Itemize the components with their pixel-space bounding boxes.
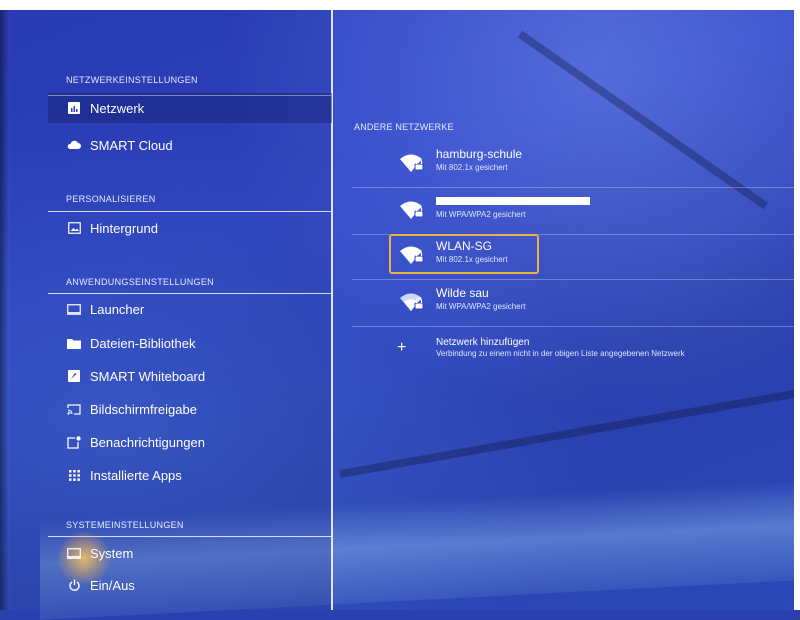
wifi-secured-icon bbox=[400, 154, 424, 172]
network-item-hamburg-schule[interactable]: hamburg-schule Mit 802.1x gesichert bbox=[352, 141, 800, 188]
sidebar-item-hintergrund[interactable]: Hintergrund bbox=[48, 213, 332, 243]
sidebar-item-ein-aus[interactable]: Ein/Aus bbox=[48, 570, 332, 600]
sidebar-item-label: SMART Whiteboard bbox=[90, 368, 206, 384]
network-security: Mit WPA/WPA2 gesichert bbox=[436, 210, 526, 219]
network-item-wilde-sau[interactable]: Wilde sau Mit WPA/WPA2 gesichert bbox=[352, 280, 800, 327]
sidebar-item-label: Netzwerk bbox=[90, 100, 145, 116]
other-networks-header: ANDERE NETZWERKE bbox=[354, 122, 454, 132]
sidebar-item-label: Hintergrund bbox=[90, 220, 158, 236]
network-name: Wilde sau bbox=[436, 286, 489, 300]
section-header-apps: ANWENDUNGSEINSTELLUNGEN bbox=[66, 277, 214, 287]
sidebar-item-netzwerk[interactable]: Netzwerk bbox=[48, 93, 332, 123]
sidebar-item-bildschirmfreigabe[interactable]: Bildschirmfreigabe bbox=[48, 394, 332, 424]
sidebar-item-label: Installierte Apps bbox=[90, 467, 182, 483]
launcher-icon bbox=[66, 302, 82, 316]
sidebar-item-benachrichtigungen[interactable]: Benachrichtigungen bbox=[48, 427, 332, 457]
wallpaper-icon bbox=[66, 221, 82, 235]
sidebar-item-label: Ein/Aus bbox=[90, 577, 135, 593]
photo-border-right bbox=[794, 0, 800, 610]
sidebar-item-label: Dateien-Bibliothek bbox=[90, 335, 196, 351]
network-security: Mit 802.1x gesichert bbox=[436, 163, 508, 172]
power-icon bbox=[66, 578, 82, 592]
add-network-title: Netzwerk hinzufügen bbox=[436, 337, 530, 348]
network-icon bbox=[66, 101, 82, 115]
wifi-secured-icon bbox=[400, 293, 424, 311]
sidebar-item-smart-whiteboard[interactable]: SMART Whiteboard bbox=[48, 361, 332, 391]
sidebar-item-label: System bbox=[90, 545, 134, 561]
sidebar-item-launcher[interactable]: Launcher bbox=[48, 294, 332, 324]
add-network-subtitle: Verbindung zu einem nicht in der obigen … bbox=[436, 349, 685, 358]
system-icon bbox=[66, 546, 82, 560]
add-network-button[interactable]: + Netzwerk hinzufügen Verbindung zu eine… bbox=[352, 333, 800, 373]
notification-icon bbox=[66, 435, 82, 449]
sidebar-item-dateien-bibliothek[interactable]: Dateien-Bibliothek bbox=[48, 328, 332, 358]
sidebar-item-installierte-apps[interactable]: Installierte Apps bbox=[48, 460, 332, 490]
sidebar-item-label: Launcher bbox=[90, 301, 145, 317]
section-header-network: NETZWERKEINSTELLUNGEN bbox=[66, 75, 198, 85]
folder-icon bbox=[66, 336, 82, 350]
section-header-personalize: PERSONALISIEREN bbox=[66, 194, 156, 204]
wifi-secured-icon bbox=[400, 201, 424, 219]
network-name: hamburg-schule bbox=[436, 147, 523, 161]
sidebar-item-smart-cloud[interactable]: SMART Cloud bbox=[48, 130, 332, 160]
cloud-icon bbox=[66, 138, 82, 152]
plus-icon: + bbox=[397, 339, 407, 356]
screen-bezel-shadow bbox=[0, 10, 10, 610]
section-header-system: SYSTEMEINSTELLUNGEN bbox=[66, 520, 184, 530]
focus-highlight bbox=[389, 234, 539, 274]
sidebar-item-label: SMART Cloud bbox=[90, 137, 173, 153]
screen-share-icon bbox=[66, 402, 82, 416]
redacted-network-name bbox=[436, 197, 590, 205]
sidebar-item-label: Benachrichtigungen bbox=[90, 434, 205, 450]
network-security: Mit WPA/WPA2 gesichert bbox=[436, 302, 526, 311]
sidebar-item-system[interactable]: System bbox=[48, 538, 332, 568]
sidebar-item-label: Bildschirmfreigabe bbox=[90, 401, 197, 417]
photo-border-top bbox=[0, 0, 800, 10]
whiteboard-icon bbox=[66, 369, 82, 383]
network-item-redacted[interactable]: Mit WPA/WPA2 gesichert bbox=[352, 188, 800, 235]
apps-grid-icon bbox=[66, 468, 82, 482]
section-divider bbox=[48, 211, 332, 212]
